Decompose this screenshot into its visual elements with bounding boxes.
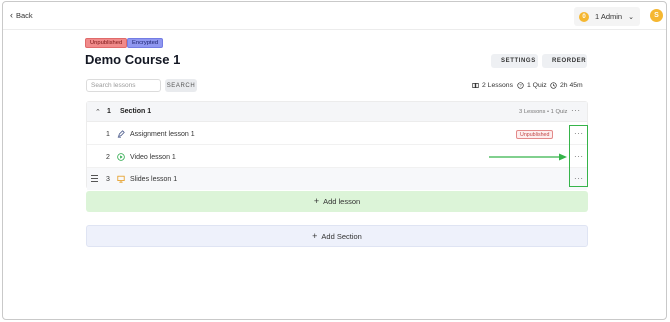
back-label: Back <box>16 11 33 20</box>
section-meta: 3 Lessons • 1 Quiz <box>519 109 568 115</box>
section-header[interactable]: ⌃ 1 Section 1 3 Lessons • 1 Quiz ··· <box>87 102 587 122</box>
lesson-number: 2 <box>106 154 110 161</box>
section-title: Section 1 <box>120 108 152 115</box>
annotation-arrow-icon <box>489 153 567 161</box>
add-lesson-button[interactable]: + Add lesson <box>86 191 588 212</box>
lesson-status-badge: Unpublished <box>516 130 554 139</box>
encrypted-badge: Encrypted <box>127 38 164 48</box>
lesson-number: 3 <box>106 176 110 183</box>
app-window: ‹ Back 0 1 Admin ⌄ S Unpublished Encrypt… <box>2 1 667 320</box>
plus-icon: + <box>313 196 320 206</box>
chevron-down-icon: ⌄ <box>628 13 634 21</box>
clock-icon <box>550 82 557 89</box>
unpublished-badge: Unpublished <box>85 38 128 48</box>
chevron-left-icon: ‹ <box>10 10 13 20</box>
add-section-button[interactable]: + Add Section <box>86 225 588 247</box>
svg-text:?: ? <box>519 83 522 88</box>
lesson-row[interactable]: 1 Assignment lesson 1 Unpublished ··· <box>87 123 587 145</box>
section-number: 1 <box>107 108 111 115</box>
lesson-title[interactable]: Video lesson 1 <box>130 154 176 161</box>
plus-icon: + <box>312 230 318 241</box>
add-section-label: Add Section <box>321 231 362 241</box>
admin-label: 1 Admin <box>595 12 623 21</box>
question-icon: ? <box>517 82 524 89</box>
annotation-highlight-box <box>569 125 588 187</box>
lesson-row[interactable]: 3 Slides lesson 1 ··· <box>87 168 587 190</box>
drag-handle-icon[interactable] <box>91 175 98 183</box>
lesson-number: 1 <box>106 131 110 138</box>
lesson-title[interactable]: Slides lesson 1 <box>130 176 177 183</box>
back-link[interactable]: ‹ Back <box>10 10 33 21</box>
lesson-title[interactable]: Assignment lesson 1 <box>130 131 195 138</box>
page-title: Demo Course 1 <box>85 52 181 67</box>
avatar[interactable]: S <box>650 9 663 22</box>
section-card: ⌃ 1 Section 1 3 Lessons • 1 Quiz ··· 1 A… <box>86 101 588 190</box>
add-lesson-label: Add lesson <box>323 197 361 206</box>
admin-switcher[interactable]: 0 1 Admin ⌄ <box>574 7 640 26</box>
top-bar: ‹ Back 0 1 Admin ⌄ S <box>3 2 666 30</box>
slides-icon <box>117 175 125 183</box>
lessons-count: 2 Lessons <box>472 82 513 89</box>
search-button[interactable]: SEARCH <box>165 79 197 92</box>
play-icon <box>117 153 125 161</box>
book-icon <box>472 83 479 88</box>
section-more-icon[interactable]: ··· <box>571 107 581 115</box>
settings-label: SETTINGS <box>501 58 536 64</box>
search-input[interactable] <box>86 79 161 92</box>
settings-button[interactable]: SETTINGS <box>491 54 538 68</box>
duration: 2h 45m <box>550 82 583 89</box>
reorder-label: REORDER <box>552 58 587 64</box>
reorder-button[interactable]: REORDER <box>542 54 587 68</box>
quiz-count: ? 1 Quiz <box>517 82 547 89</box>
pencil-icon <box>117 130 125 138</box>
coin-icon: 0 <box>579 11 589 22</box>
chevron-up-icon[interactable]: ⌃ <box>95 108 101 116</box>
